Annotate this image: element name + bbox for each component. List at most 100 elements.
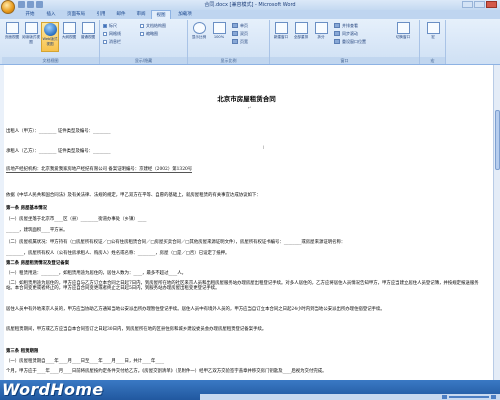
vertical-scrollbar[interactable] <box>493 65 500 380</box>
sync-scroll-icon <box>334 31 340 36</box>
paragraph-mark: ↵ <box>248 105 252 110</box>
magnifier-icon <box>192 22 206 34</box>
title-bar: 合同.docx [兼容模式] - Microsoft Word <box>0 0 500 14</box>
minimize-button[interactable] <box>462 1 473 8</box>
message-bar-checkbox[interactable]: 消息栏 <box>103 39 121 44</box>
office-button[interactable] <box>1 0 15 14</box>
maximize-button[interactable] <box>474 1 485 8</box>
group-document-views: 页面视图 阅读版式视图 Web版式视图 大纲视图 普通视图 文档视图 <box>2 20 100 64</box>
switch-windows-icon <box>396 22 410 34</box>
doc-line: 个月。甲方应于____年____月____日前将房屋按约定条件交付给乙方。《房屋… <box>6 369 327 374</box>
doc-line: 出租人（甲方）：________ 证件类型及编号：________ <box>6 129 111 134</box>
window-controls <box>462 1 497 8</box>
page-100-icon <box>212 22 226 34</box>
tab-review[interactable]: 审阅 <box>132 10 150 19</box>
tab-references[interactable]: 引用 <box>92 10 110 19</box>
tab-view[interactable]: 视图 <box>151 10 171 19</box>
two-pages-button[interactable]: 双页 <box>232 31 248 36</box>
new-window-icon <box>274 22 288 34</box>
doc-line: 依据《中华人民共和国合同法》及有关法律、法规的规定，甲乙双方在平等、自愿的基础上… <box>6 193 261 198</box>
page-width-icon <box>232 39 238 44</box>
scrollbar-thumb[interactable] <box>495 110 500 170</box>
split-button[interactable]: 拆分 <box>312 22 330 52</box>
split-icon <box>314 22 328 34</box>
doc-line: ________，房屋所有权人（公有住房承租人、购房人）姓名或名称：______… <box>6 251 230 256</box>
doc-line: 第二条 房屋租赁情况及登记备案 <box>6 261 69 266</box>
zoom-button[interactable]: 显示比例 <box>190 22 208 52</box>
status-bar: WordHome <box>0 380 500 400</box>
web-layout-button[interactable]: Web版式视图 <box>41 22 59 52</box>
page-icon <box>5 22 19 34</box>
tab-home[interactable]: 开始 <box>20 10 40 19</box>
doc-line: 居住人员中有外地来京人员的，甲方应当协助乙方通知当地公安派出所办理暂住登记手续。… <box>6 307 385 312</box>
page-width-button[interactable]: 页宽 <box>232 39 248 44</box>
arrange-all-button[interactable]: 全部重排 <box>292 22 310 52</box>
window-title: 合同.docx [兼容模式] - Microsoft Word <box>204 2 296 8</box>
zoom-100-button[interactable]: 100% <box>210 22 228 52</box>
print-layout-button[interactable]: 页面视图 <box>3 22 21 52</box>
group-window: 新建窗口 全部重排 拆分 并排查看 同步滚动 重设窗口位置 切换窗口 窗口 <box>270 20 420 64</box>
globe-icon <box>43 23 57 36</box>
doc-line: 房地产经纪机构：北京我爱我家房地产经纪有限公司 备案证明编号：京建经（2002）… <box>6 167 193 173</box>
switch-windows-button[interactable]: 切换窗口 <box>394 22 412 52</box>
view-side-by-side-button[interactable]: 并排查看 <box>334 23 358 28</box>
group-zoom: 显示比例 100% 单页 双页 页宽 显示比例 <box>188 20 270 64</box>
new-window-button[interactable]: 新建窗口 <box>272 22 290 52</box>
ruler-checkbox[interactable]: 标尺 <box>103 23 117 28</box>
side-by-side-icon <box>334 23 340 28</box>
group-label-window: 窗口 <box>270 57 419 64</box>
group-label-macros: 宏 <box>420 57 445 64</box>
group-label-zoom: 显示比例 <box>188 57 269 64</box>
one-page-button[interactable]: 单页 <box>232 23 248 28</box>
text-cursor: I <box>263 145 265 150</box>
wordhome-logo: WordHome <box>2 380 104 399</box>
document-title: 北京市房屋租赁合同 <box>217 95 276 103</box>
doc-line: （一）房屋坐落于北京市____区（县）________街道办事处（乡镇）____ <box>6 217 147 222</box>
checkbox-icon <box>140 23 144 28</box>
doc-line: ______，建筑面积____平方米。 <box>6 228 68 233</box>
one-page-icon <box>232 23 238 28</box>
book-icon <box>24 22 38 34</box>
tab-page-layout[interactable]: 页面布局 <box>62 10 90 19</box>
doc-line: （二）房屋权属状况：甲方持有（□房屋所有权证／□公有住房租赁合同／□房屋买卖合同… <box>6 240 346 245</box>
close-button[interactable] <box>486 1 497 8</box>
checkbox-icon <box>140 31 144 36</box>
sync-scroll-button[interactable]: 同步滚动 <box>334 31 358 36</box>
ribbon-tabs: 开始 插入 页面布局 引用 邮件 审阅 视图 加载项 <box>0 10 500 19</box>
doc-line: （一）房屋租赁期自____年____月____日至____年____月____日… <box>6 359 165 364</box>
doc-line: 第三条 租赁期限 <box>6 349 39 354</box>
zoom-slider[interactable] <box>449 396 489 398</box>
macro-icon <box>426 22 440 34</box>
draft-icon <box>81 22 95 34</box>
arrange-icon <box>294 22 308 34</box>
doc-line: 第一条 房屋基本情况 <box>6 206 48 211</box>
thumbnails-checkbox[interactable]: 缩略图 <box>140 31 158 36</box>
group-label-views: 文档视图 <box>2 57 99 64</box>
document-map-checkbox[interactable]: 文档结构图 <box>140 23 166 28</box>
ribbon: 页面视图 阅读版式视图 Web版式视图 大纲视图 普通视图 文档视图 标尺 网格… <box>0 19 500 65</box>
zoom-controls <box>442 395 496 399</box>
document-area[interactable]: 北京市房屋租赁合同 出租人（甲方）：________ 证件类型及编号：_____… <box>0 65 493 380</box>
reset-window-position-button[interactable]: 重设窗口位置 <box>334 39 366 44</box>
group-label-show-hide: 显示/隐藏 <box>100 57 187 64</box>
tab-mailings[interactable]: 邮件 <box>112 10 130 19</box>
tab-insert[interactable]: 插入 <box>42 10 60 19</box>
reset-window-icon <box>334 39 340 44</box>
doc-line: （二）如租赁用途为居住的，甲方应自与乙方订立本合同之日起7日内，到房屋所在地的社… <box>6 281 479 291</box>
doc-line: 房屋租赁期间，甲方或乙方应当自本合同签订之日起30日内，到房屋所在地的区县住房和… <box>6 327 267 332</box>
checkbox-icon <box>103 23 107 28</box>
draft-view-button[interactable]: 普通视图 <box>79 22 97 52</box>
gridlines-checkbox[interactable]: 网格线 <box>103 31 121 36</box>
zoom-out-icon[interactable] <box>442 395 447 399</box>
doc-line: 承租人（乙方）：________ 证件类型及编号：________ <box>6 149 111 154</box>
two-pages-icon <box>232 31 238 36</box>
checkbox-icon <box>103 39 107 44</box>
full-screen-reading-button[interactable]: 阅读版式视图 <box>22 22 40 52</box>
group-show-hide: 标尺 网格线 消息栏 文档结构图 缩略图 显示/隐藏 <box>100 20 188 64</box>
checkbox-icon <box>103 31 107 36</box>
macros-button[interactable]: 宏 <box>424 22 442 52</box>
outline-view-button[interactable]: 大纲视图 <box>60 22 78 52</box>
zoom-in-icon[interactable] <box>491 395 496 399</box>
vertical-ruler <box>0 65 4 380</box>
tab-addins[interactable]: 加载项 <box>173 10 197 19</box>
